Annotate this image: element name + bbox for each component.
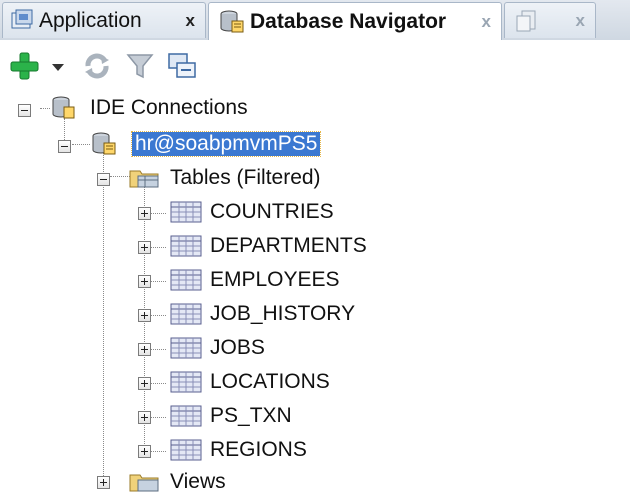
folder-icon <box>128 166 162 190</box>
table-name: JOBS <box>210 336 265 359</box>
tree-node-label: IDE Connections <box>90 96 248 119</box>
tree-node-label: hr@soabpmvmPS5 <box>130 131 322 157</box>
tab-application-label: Application <box>39 8 142 32</box>
table-row-locations[interactable]: LOCATIONS <box>0 366 400 398</box>
folder-icon <box>128 470 162 494</box>
table-icon <box>170 200 202 224</box>
table-name: DEPARTMENTS <box>210 234 367 257</box>
filter-icon[interactable] <box>124 50 158 82</box>
expand-toggle[interactable] <box>138 207 151 220</box>
expand-toggle[interactable] <box>138 309 151 322</box>
table-row-departments[interactable]: DEPARTMENTS <box>0 230 400 262</box>
tab-application[interactable]: Application x <box>2 2 206 38</box>
table-icon <box>170 438 202 462</box>
tree-node-label: Tables (Filtered) <box>170 166 321 189</box>
tree-node-connection[interactable]: hr@soabpmvmPS5 <box>0 128 360 160</box>
add-icon[interactable] <box>8 50 42 82</box>
tree-node-ide-connections[interactable]: IDE Connections <box>0 92 300 124</box>
tree-node-views-folder[interactable]: Views <box>0 466 300 498</box>
toolbar <box>0 40 630 90</box>
connections-tree: IDE Connections hr@soabpmvmPS5 Tables (F… <box>0 90 630 493</box>
table-name: COUNTRIES <box>210 200 334 223</box>
expand-toggle[interactable] <box>138 411 151 424</box>
table-name: EMPLOYEES <box>210 268 340 291</box>
tab-strip: Application x Database Navigator x x <box>0 0 630 41</box>
expand-toggle[interactable] <box>97 476 110 489</box>
expand-toggle[interactable] <box>138 377 151 390</box>
collapse-icon[interactable] <box>166 50 200 82</box>
close-icon[interactable]: x <box>482 12 491 32</box>
table-name: PS_TXN <box>210 404 292 427</box>
close-icon[interactable]: x <box>576 11 585 31</box>
table-row-regions[interactable]: REGIONS <box>0 434 400 466</box>
refresh-icon[interactable] <box>80 50 114 82</box>
tree-guide <box>150 213 166 214</box>
table-row-ps-txn[interactable]: PS_TXN <box>0 400 400 432</box>
table-name: JOB_HISTORY <box>210 302 356 325</box>
tab-database-navigator[interactable]: Database Navigator x <box>208 2 502 41</box>
tab-other[interactable]: x <box>504 2 596 38</box>
expand-toggle[interactable] <box>138 445 151 458</box>
collapse-toggle[interactable] <box>18 104 31 117</box>
tree-guide <box>150 281 166 282</box>
close-icon[interactable]: x <box>186 11 195 31</box>
table-icon <box>170 370 202 394</box>
expand-toggle[interactable] <box>138 343 151 356</box>
tree-node-label: Views <box>170 470 226 493</box>
table-name: LOCATIONS <box>210 370 330 393</box>
tab-database-navigator-label: Database Navigator <box>250 10 447 33</box>
table-icon <box>170 268 202 292</box>
database-icon <box>50 95 76 121</box>
tree-guide <box>150 349 166 350</box>
table-icon <box>170 336 202 360</box>
collapse-toggle[interactable] <box>58 140 71 153</box>
tree-guide <box>150 417 166 418</box>
tree-guide <box>150 451 166 452</box>
table-row-employees[interactable]: EMPLOYEES <box>0 264 400 296</box>
tree-guide <box>150 315 166 316</box>
table-row-jobs[interactable]: JOBS <box>0 332 400 364</box>
table-icon <box>170 404 202 428</box>
table-row-job-history[interactable]: JOB_HISTORY <box>0 298 400 330</box>
database-navigator-icon <box>219 9 245 35</box>
dropdown-arrow-icon[interactable] <box>48 50 68 82</box>
expand-toggle[interactable] <box>138 275 151 288</box>
tree-guide <box>150 383 166 384</box>
table-icon <box>170 234 202 258</box>
expand-toggle[interactable] <box>138 241 151 254</box>
tree-guide <box>150 247 166 248</box>
tree-node-tables-folder[interactable]: Tables (Filtered) <box>0 162 380 194</box>
document-icon <box>513 8 539 34</box>
table-row-countries[interactable]: COUNTRIES <box>0 196 400 228</box>
application-icon <box>9 8 35 34</box>
table-name: REGIONS <box>210 438 307 461</box>
collapse-toggle[interactable] <box>97 173 110 186</box>
table-icon <box>170 302 202 326</box>
database-connection-icon <box>90 131 118 157</box>
